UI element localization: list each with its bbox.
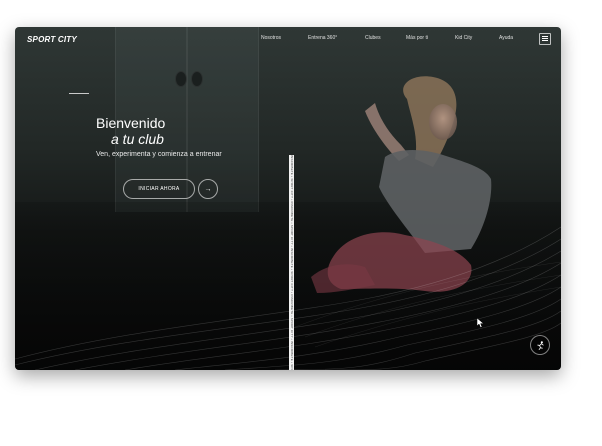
nav-link-kid-city[interactable]: Kid City <box>455 35 472 41</box>
nav-link-ayuda[interactable]: Ayuda <box>499 35 513 41</box>
sport-city-logo[interactable]: SPORT CITY <box>27 35 77 44</box>
ticker-text: INSCRIBETE • SPORT CITY • INSCRIBETE • S… <box>290 155 294 370</box>
mouse-cursor-icon <box>477 318 484 328</box>
hero-accent-line <box>69 93 89 94</box>
start-now-button[interactable]: INICIAR AHORA <box>123 179 195 199</box>
nav-link-entrena-360[interactable]: Entrena 360° <box>308 35 337 41</box>
nav-link-clubes[interactable]: Clubes <box>365 35 381 41</box>
nav-link-nosotros[interactable]: Nosotros <box>261 35 281 41</box>
arrow-right-icon[interactable]: → <box>198 179 218 199</box>
vertical-ticker-strip: INSCRIBETE • SPORT CITY • INSCRIBETE • S… <box>289 155 294 370</box>
hamburger-icon[interactable] <box>539 33 551 45</box>
hero-subtitle: Ven, experimenta y comienza a entrenar <box>96 151 222 158</box>
browser-viewport: SPORT CITY Nosotros Entrena 360° Clubes … <box>15 27 561 370</box>
hero-title-line1: Bienvenido <box>96 115 166 131</box>
running-person-icon[interactable] <box>530 335 550 355</box>
nav-link-mas-por-ti[interactable]: Más por ti <box>406 35 428 41</box>
hero-title-line2: a tu club <box>111 131 164 147</box>
